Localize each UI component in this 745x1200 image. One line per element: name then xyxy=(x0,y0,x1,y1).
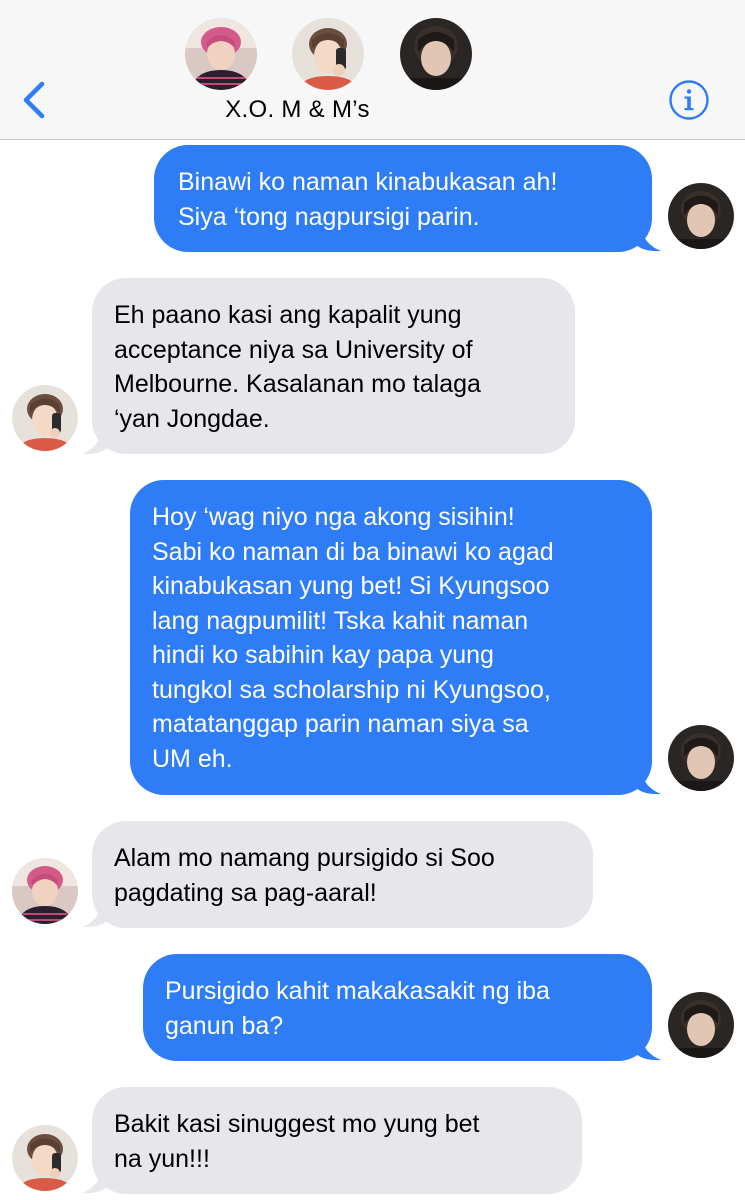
info-button[interactable] xyxy=(668,79,710,121)
message-line: ‘yan Jongdae. xyxy=(114,404,270,433)
member-avatar-2[interactable] xyxy=(292,18,364,90)
sender-avatar-member-2[interactable] xyxy=(12,385,78,451)
sender-avatar-me[interactable] xyxy=(668,183,734,249)
message-line: kinabukasan yung bet! Si Kyungsoo xyxy=(152,572,550,600)
message-bubble-outgoing[interactable]: Hoy ‘wag niyo nga akong sisihin! Sabi ko… xyxy=(130,480,652,795)
message-line: Siya ‘tong nagpursigi parin. xyxy=(178,202,480,231)
sender-avatar-me[interactable] xyxy=(668,992,734,1058)
message-line: acceptance niya sa University of xyxy=(114,335,473,364)
info-circle-icon xyxy=(669,80,709,120)
message-line: Melbourne. Kasalanan mo talaga xyxy=(114,370,481,398)
message-line: Bakit kasi sinuggest mo yung bet xyxy=(114,1110,480,1138)
message-line: na yun!!! xyxy=(114,1144,210,1173)
message-line: Sabi ko naman di ba binawi ko agad xyxy=(152,537,554,566)
message-bubble-incoming[interactable]: Bakit kasi sinuggest mo yung bet na yun!… xyxy=(92,1087,582,1194)
member-avatar-1[interactable] xyxy=(185,18,257,90)
bubble-tail xyxy=(82,902,108,928)
message-line: matatanggap parin naman siya sa xyxy=(152,710,529,738)
message-line: Pursigido kahit makakasakit ng iba xyxy=(165,977,550,1005)
message-bubble-incoming[interactable]: Eh paano kasi ang kapalit yung acceptanc… xyxy=(92,278,575,454)
bubble-tail xyxy=(82,429,108,455)
bubble-tail xyxy=(635,1035,661,1061)
bubble-tail xyxy=(82,1168,108,1194)
message-line: pagdating sa pag-aaral! xyxy=(114,878,377,907)
message-line: hindi ko sabihin kay papa yung xyxy=(152,641,494,669)
sender-avatar-member-2[interactable] xyxy=(12,1125,78,1191)
group-avatars[interactable] xyxy=(0,18,745,98)
conversation-header: X.O. M & M’s xyxy=(0,0,745,140)
sender-avatar-member-1[interactable] xyxy=(12,858,78,924)
group-name[interactable]: X.O. M & M’s xyxy=(200,96,395,124)
message-line: lang nagpumilit! Tska kahit naman xyxy=(152,606,529,635)
message-line: ganun ba? xyxy=(165,1011,284,1040)
bubble-tail xyxy=(635,226,661,252)
message-line: Binawi ko naman kinabukasan ah! xyxy=(178,168,558,196)
member-avatar-3[interactable] xyxy=(400,18,472,90)
message-line: Alam mo namang pursigido si Soo xyxy=(114,844,495,872)
message-bubble-outgoing[interactable]: Pursigido kahit makakasakit ng iba ganun… xyxy=(143,954,652,1061)
message-bubble-outgoing[interactable]: Binawi ko naman kinabukasan ah! Siya ‘to… xyxy=(154,145,652,252)
message-line: Eh paano kasi ang kapalit yung xyxy=(114,301,462,329)
sender-avatar-me[interactable] xyxy=(668,725,734,791)
message-bubble-incoming[interactable]: Alam mo namang pursigido si Soo pagdatin… xyxy=(92,821,593,928)
bubble-tail xyxy=(635,769,661,795)
message-line: Hoy ‘wag niyo nga akong sisihin! xyxy=(152,503,515,531)
message-line: tungkol sa scholarship ni Kyungsoo, xyxy=(152,675,551,704)
message-line: UM eh. xyxy=(152,744,233,773)
